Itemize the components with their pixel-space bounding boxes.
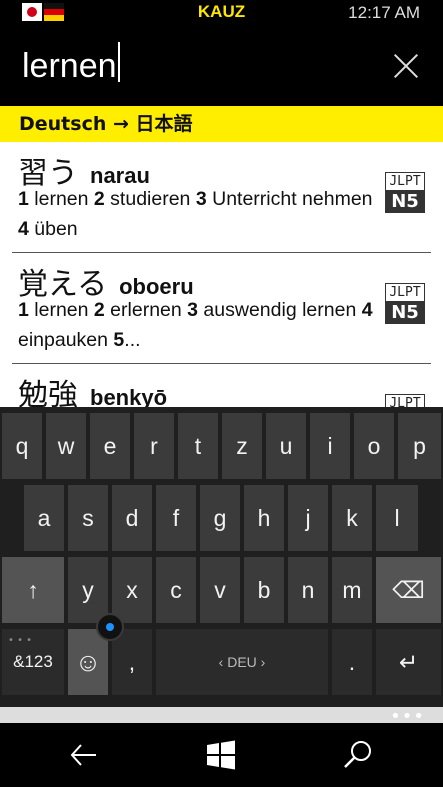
back-arrow-icon[interactable] — [66, 737, 102, 773]
meaning-text: lernen — [28, 188, 94, 210]
key-g[interactable]: g — [200, 485, 240, 551]
cursor-control-icon[interactable] — [96, 613, 124, 641]
meaning-text: einpauken — [18, 329, 114, 351]
obscured-list-strip — [0, 707, 443, 723]
key-b[interactable]: b — [244, 557, 284, 623]
meaning-number: 1 — [18, 188, 29, 210]
windows-logo-icon[interactable] — [203, 737, 239, 773]
key-l[interactable]: l — [376, 485, 418, 551]
key-t[interactable]: t — [178, 413, 218, 479]
meaning-number: 3 — [187, 299, 199, 321]
jlpt-level: N5 — [385, 190, 425, 213]
jlpt-badge: JLPT N5 — [385, 283, 425, 324]
meaning-text: ... — [124, 329, 141, 351]
list-item[interactable]: 覚える oboeru 1 lernen 2 erlernen 3 auswendi… — [12, 253, 431, 364]
meaning-text: üben — [28, 218, 78, 240]
text-caret — [118, 42, 120, 82]
key-q[interactable]: q — [2, 413, 42, 479]
period-key[interactable]: . — [332, 629, 372, 695]
comma-key[interactable]: , — [112, 629, 152, 695]
key-r[interactable]: r — [134, 413, 174, 479]
close-icon[interactable] — [392, 52, 420, 80]
translation-direction[interactable]: Deutsch → 日本語 — [0, 106, 443, 142]
key-e[interactable]: e — [90, 413, 130, 479]
meaning-number: 3 — [195, 188, 207, 210]
status-clock: 12:17 AM — [348, 3, 420, 22]
space-bar[interactable]: ‹ DEU › — [156, 629, 328, 695]
key-i[interactable]: i — [310, 413, 350, 479]
shift-key[interactable]: ↑ — [2, 557, 64, 623]
meaning-text: studieren — [104, 188, 196, 210]
jlpt-label: JLPT — [385, 283, 425, 301]
enter-key[interactable]: ↵ — [376, 629, 441, 695]
meaning-text: lernen — [28, 299, 94, 321]
jlpt-label: JLPT — [385, 172, 425, 190]
list-item[interactable]: 習う narau 1 lernen 2 studieren 3 Unterrich… — [12, 142, 431, 253]
key-c[interactable]: c — [156, 557, 196, 623]
key-z[interactable]: z — [222, 413, 262, 479]
key-w[interactable]: w — [46, 413, 86, 479]
meanings: 1 lernen 2 studieren 3 Unterricht nehmen… — [18, 184, 373, 244]
key-d[interactable]: d — [112, 485, 152, 551]
key-s[interactable]: s — [68, 485, 108, 551]
key-m[interactable]: m — [332, 557, 372, 623]
key-p[interactable]: p — [398, 413, 441, 479]
meaning-number: 5 — [113, 329, 125, 351]
key-x[interactable]: x — [112, 557, 152, 623]
key-j[interactable]: j — [288, 485, 328, 551]
jlpt-badge: JLPT N5 — [385, 172, 425, 213]
meaning-number: 2 — [93, 299, 105, 321]
key-y[interactable]: y — [68, 557, 108, 623]
meaning-text: Unterricht nehmen — [206, 188, 373, 210]
meaning-number: 4 — [18, 218, 29, 240]
key-o[interactable]: o — [354, 413, 394, 479]
key-u[interactable]: u — [266, 413, 306, 479]
on-screen-keyboard: q w e r t z u i o p a s d f g h j k l ↑ … — [0, 407, 443, 707]
search-input[interactable] — [22, 42, 362, 90]
key-n[interactable]: n — [288, 557, 328, 623]
key-f[interactable]: f — [156, 485, 196, 551]
key-k[interactable]: k — [332, 485, 372, 551]
meaning-number: 1 — [18, 299, 29, 321]
jlpt-level: N5 — [385, 301, 425, 324]
meaning-number: 4 — [361, 299, 373, 321]
meaning-number: 2 — [93, 188, 105, 210]
more-options-icon: • • • — [8, 635, 33, 646]
search-icon[interactable] — [340, 737, 376, 773]
meaning-text: erlernen — [104, 299, 188, 321]
navigation-bar — [0, 723, 443, 787]
meanings: 1 lernen 2 erlernen 3 auswendig lernen 4… — [18, 295, 373, 355]
meaning-text: auswendig lernen — [198, 299, 362, 321]
key-v[interactable]: v — [200, 557, 240, 623]
key-h[interactable]: h — [244, 485, 284, 551]
search-bar — [0, 26, 443, 106]
backspace-key[interactable]: ⌫ — [376, 557, 441, 623]
key-a[interactable]: a — [24, 485, 64, 551]
status-bar: KAUZ 12:17 AM — [0, 0, 443, 26]
